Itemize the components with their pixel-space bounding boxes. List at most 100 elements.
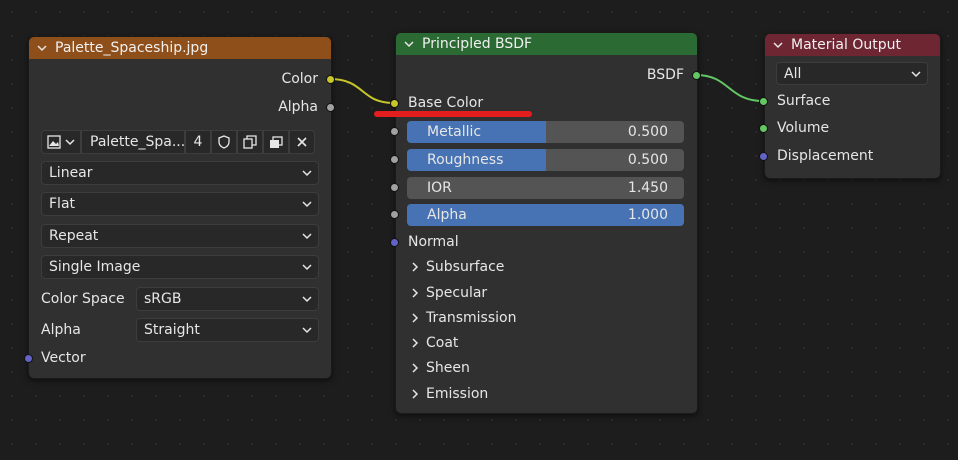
chevron-right-icon xyxy=(412,389,419,399)
alpha-label: Alpha xyxy=(427,207,467,223)
close-icon xyxy=(297,137,307,147)
panel-specular-label: Specular xyxy=(426,285,488,301)
panel-coat[interactable]: Coat xyxy=(410,335,458,351)
chevron-right-icon xyxy=(412,288,419,298)
source-dropdown[interactable]: Single Image xyxy=(41,255,319,279)
image-datablock-row: Palette_Spa... 4 xyxy=(41,130,319,154)
fake-user-button[interactable] xyxy=(211,130,237,154)
material-output-node[interactable]: Material Output All Surface Volume Displ… xyxy=(764,33,941,179)
panel-specular[interactable]: Specular xyxy=(410,285,487,301)
panel-sheen[interactable]: Sheen xyxy=(410,360,470,376)
ior-input-socket[interactable] xyxy=(390,183,399,192)
extension-value: Repeat xyxy=(49,228,99,244)
output-node-title: Material Output xyxy=(791,37,901,53)
collapse-chevron-icon[interactable] xyxy=(37,43,47,53)
target-value: All xyxy=(784,65,802,82)
collapse-chevron-icon[interactable] xyxy=(404,39,414,49)
shield-icon xyxy=(218,135,230,149)
ior-slider[interactable]: IOR 1.450 xyxy=(407,177,684,199)
color-output-socket[interactable] xyxy=(326,75,335,84)
bsdf-to-surface-link xyxy=(695,74,764,102)
image-icon xyxy=(47,135,61,149)
surface-input-socket[interactable] xyxy=(759,97,768,106)
roughness-slider[interactable]: Roughness 0.500 xyxy=(407,149,684,171)
image-name-field[interactable]: Palette_Spa... xyxy=(81,130,185,154)
panel-emission-label: Emission xyxy=(426,386,489,402)
vector-input-socket[interactable] xyxy=(24,354,33,363)
roughness-value: 0.500 xyxy=(627,152,668,168)
target-dropdown[interactable]: All xyxy=(776,62,928,85)
color-space-dropdown[interactable]: sRGB xyxy=(136,287,319,311)
bsdf-output-label: BSDF xyxy=(646,67,684,83)
roughness-label: Roughness xyxy=(427,152,504,168)
collapse-chevron-icon[interactable] xyxy=(773,40,783,50)
unlink-button[interactable] xyxy=(289,130,315,154)
chevron-down-icon xyxy=(302,296,312,303)
principled-bsdf-node[interactable]: Principled BSDF BSDF Base Color Metallic… xyxy=(395,32,698,414)
color-space-value: sRGB xyxy=(144,291,182,307)
chevron-down-icon xyxy=(911,71,921,78)
users-count-button[interactable]: 4 xyxy=(185,130,211,154)
normal-input-label: Normal xyxy=(408,234,459,250)
chevron-right-icon xyxy=(412,313,419,323)
color-space-label: Color Space xyxy=(41,291,125,307)
alpha-slider[interactable]: Alpha 1.000 xyxy=(407,204,684,226)
duplicate-button[interactable] xyxy=(237,130,263,154)
source-value: Single Image xyxy=(49,259,141,275)
panel-subsurface[interactable]: Subsurface xyxy=(410,259,504,275)
pack-button[interactable] xyxy=(263,130,289,154)
image-texture-node[interactable]: Palette_Spaceship.jpg Color Alpha Palett… xyxy=(28,36,332,379)
roughness-input-socket[interactable] xyxy=(390,155,399,164)
normal-input-socket[interactable] xyxy=(390,238,399,247)
image-browse-button[interactable] xyxy=(41,130,81,154)
users-count-text: 4 xyxy=(193,134,203,150)
ior-label: IOR xyxy=(427,180,452,196)
chevron-down-icon xyxy=(302,170,312,177)
ior-value: 1.450 xyxy=(627,180,668,196)
color-output-label: Color xyxy=(281,71,318,87)
chevron-down-icon xyxy=(65,139,75,146)
metallic-slider[interactable]: Metallic 0.500 xyxy=(407,121,684,143)
base-color-input-socket[interactable] xyxy=(390,99,399,108)
vector-input-label: Vector xyxy=(41,350,86,366)
alpha-output-label: Alpha xyxy=(278,99,318,115)
bsdf-node-title: Principled BSDF xyxy=(422,36,533,52)
metallic-value: 0.500 xyxy=(627,124,668,140)
metallic-input-socket[interactable] xyxy=(390,127,399,136)
chevron-right-icon xyxy=(412,338,419,348)
image-node-header[interactable]: Palette_Spaceship.jpg xyxy=(29,37,331,59)
alpha-output-socket[interactable] xyxy=(326,103,335,112)
bsdf-output-socket[interactable] xyxy=(692,71,701,80)
image-name-text: Palette_Spa... xyxy=(90,134,186,150)
interpolation-value: Linear xyxy=(49,165,93,181)
interpolation-dropdown[interactable]: Linear xyxy=(41,161,319,185)
base-color-label: Base Color xyxy=(408,95,484,111)
color-to-basecolor-link xyxy=(329,78,395,104)
volume-input-socket[interactable] xyxy=(759,124,768,133)
bsdf-node-header[interactable]: Principled BSDF xyxy=(396,33,697,55)
alpha-mode-dropdown[interactable]: Straight xyxy=(136,318,319,342)
projection-dropdown[interactable]: Flat xyxy=(41,192,319,216)
panel-coat-label: Coat xyxy=(426,335,459,351)
base-color-annotation-underline xyxy=(374,111,532,117)
chevron-down-icon xyxy=(302,264,312,271)
chevron-down-icon xyxy=(302,327,312,334)
panel-emission[interactable]: Emission xyxy=(410,386,488,402)
alpha-input-socket[interactable] xyxy=(390,210,399,219)
chevron-right-icon xyxy=(412,262,419,272)
chevron-down-icon xyxy=(302,233,312,240)
panel-transmission[interactable]: Transmission xyxy=(410,310,516,326)
panel-subsurface-label: Subsurface xyxy=(426,259,505,275)
alpha-value: 1.000 xyxy=(627,207,668,223)
displacement-input-socket[interactable] xyxy=(759,152,768,161)
alpha-mode-label: Alpha xyxy=(41,322,81,338)
metallic-label: Metallic xyxy=(427,124,482,140)
extension-dropdown[interactable]: Repeat xyxy=(41,224,319,248)
panel-transmission-label: Transmission xyxy=(426,310,517,326)
volume-input-label: Volume xyxy=(777,120,830,136)
output-node-header[interactable]: Material Output xyxy=(765,34,940,56)
projection-value: Flat xyxy=(49,196,76,212)
panel-sheen-label: Sheen xyxy=(426,360,470,376)
alpha-mode-value: Straight xyxy=(144,322,200,338)
image-node-title: Palette_Spaceship.jpg xyxy=(55,40,209,56)
